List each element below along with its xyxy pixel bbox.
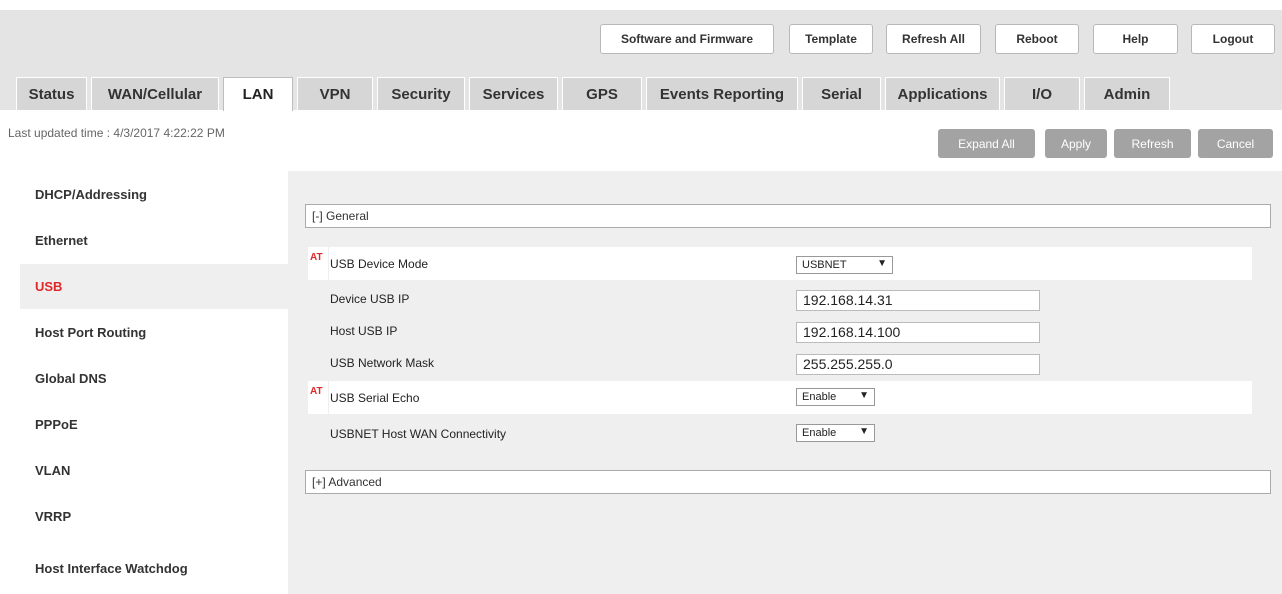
advanced-section-header[interactable]: [+] Advanced — [305, 470, 1271, 494]
sidebar-item-global-dns[interactable]: Global DNS — [20, 356, 288, 401]
dropdown-arrow-icon: ▼ — [859, 426, 869, 437]
sidebar-item-pppoe[interactable]: PPPoE — [20, 402, 288, 447]
expand-all-button[interactable]: Expand All — [938, 129, 1035, 158]
select-value: Enable — [802, 427, 837, 439]
select-value: Enable — [802, 391, 837, 403]
at-marker: AT — [310, 252, 323, 263]
device-usb-ip-input[interactable]: 192.168.14.31 — [796, 290, 1040, 311]
usb-device-mode-select[interactable]: USBNET ▼ — [796, 256, 893, 274]
tab-vpn[interactable]: VPN — [297, 77, 373, 110]
refresh-button[interactable]: Refresh — [1114, 129, 1191, 158]
row-divider — [328, 247, 329, 280]
sidebar-item-usb[interactable]: USB — [20, 264, 288, 309]
software-firmware-button[interactable]: Software and Firmware — [600, 24, 774, 54]
top-bar: Software and Firmware Template Refresh A… — [0, 10, 1282, 111]
logout-button[interactable]: Logout — [1191, 24, 1275, 54]
template-button[interactable]: Template — [789, 24, 873, 54]
tab-security[interactable]: Security — [377, 77, 465, 110]
sidebar-item-vrrp[interactable]: VRRP — [20, 494, 288, 539]
sidebar-item-dhcp-addressing[interactable]: DHCP/Addressing — [20, 172, 288, 217]
at-marker: AT — [310, 386, 323, 397]
apply-button[interactable]: Apply — [1045, 129, 1107, 158]
host-usb-ip-input[interactable]: 192.168.14.100 — [796, 322, 1040, 343]
usb-serial-echo-select[interactable]: Enable ▼ — [796, 388, 875, 406]
tab-services[interactable]: Services — [469, 77, 558, 110]
reboot-button[interactable]: Reboot — [995, 24, 1079, 54]
usbnet-host-wan-connectivity-select[interactable]: Enable ▼ — [796, 424, 875, 442]
general-section-header[interactable]: [-] General — [305, 204, 1271, 228]
tab-wan-cellular[interactable]: WAN/Cellular — [91, 77, 219, 110]
sidebar-item-ethernet[interactable]: Ethernet — [20, 218, 288, 263]
help-button[interactable]: Help — [1093, 24, 1178, 54]
sidebar-item-host-port-routing[interactable]: Host Port Routing — [20, 310, 288, 355]
content-panel: [-] General AT USB Device Mode USBNET ▼ … — [288, 171, 1282, 594]
field-row-usb-device-mode: AT USB Device Mode USBNET ▼ — [308, 247, 1252, 280]
tab-gps[interactable]: GPS — [562, 77, 642, 110]
refresh-all-button[interactable]: Refresh All — [886, 24, 981, 54]
field-label: USB Device Mode — [330, 257, 429, 271]
last-updated-time: Last updated time : 4/3/2017 4:22:22 PM — [8, 126, 225, 140]
sidebar-item-vlan[interactable]: VLAN — [20, 448, 288, 493]
tab-events-reporting[interactable]: Events Reporting — [646, 77, 798, 110]
field-label: USBNET Host WAN Connectivity — [330, 427, 507, 441]
tab-lan[interactable]: LAN — [223, 77, 293, 111]
select-value: USBNET — [802, 259, 847, 271]
field-label: USB Network Mask — [330, 356, 435, 370]
cancel-button[interactable]: Cancel — [1198, 129, 1273, 158]
tab-status[interactable]: Status — [16, 77, 87, 110]
field-row-usbnet-host-wan-connectivity: USBNET Host WAN Connectivity Enable ▼ — [308, 417, 1252, 450]
dropdown-arrow-icon: ▼ — [859, 390, 869, 401]
row-divider — [328, 381, 329, 414]
field-row-device-usb-ip: Device USB IP 192.168.14.31 — [308, 282, 1252, 315]
usb-network-mask-input[interactable]: 255.255.255.0 — [796, 354, 1040, 375]
tab-applications[interactable]: Applications — [885, 77, 1000, 110]
sidebar-item-host-interface-watchdog[interactable]: Host Interface Watchdog — [20, 546, 288, 591]
tab-io[interactable]: I/O — [1004, 77, 1080, 110]
field-row-host-usb-ip: Host USB IP 192.168.14.100 — [308, 314, 1252, 347]
field-row-usb-network-mask: USB Network Mask 255.255.255.0 — [308, 346, 1252, 379]
field-label: Host USB IP — [330, 324, 398, 338]
field-row-usb-serial-echo: AT USB Serial Echo Enable ▼ — [308, 381, 1252, 414]
field-label: USB Serial Echo — [330, 391, 420, 405]
tab-admin[interactable]: Admin — [1084, 77, 1170, 110]
tab-serial[interactable]: Serial — [802, 77, 881, 110]
dropdown-arrow-icon: ▼ — [877, 258, 887, 269]
field-label: Device USB IP — [330, 292, 410, 306]
